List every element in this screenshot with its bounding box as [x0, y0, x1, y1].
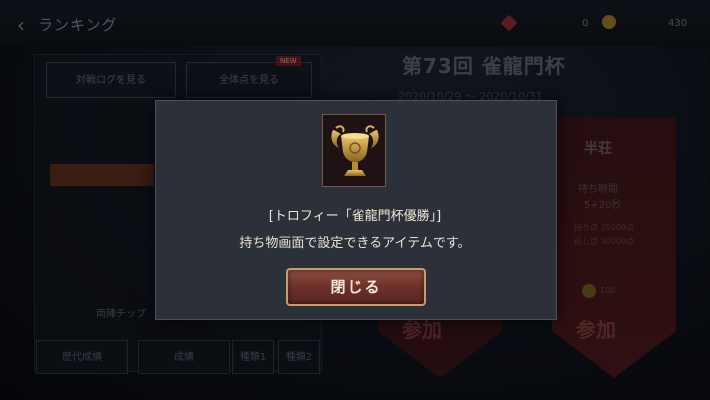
item-description: 持ち物画面で設定できるアイテムです。	[239, 236, 471, 251]
golden-dragon-trophy-icon	[331, 125, 379, 176]
close-button[interactable]: 閉じる	[286, 268, 426, 306]
item-icon-frame	[322, 114, 386, 187]
item-name: [トロフィー「雀龍門杯優勝」]	[268, 209, 442, 224]
